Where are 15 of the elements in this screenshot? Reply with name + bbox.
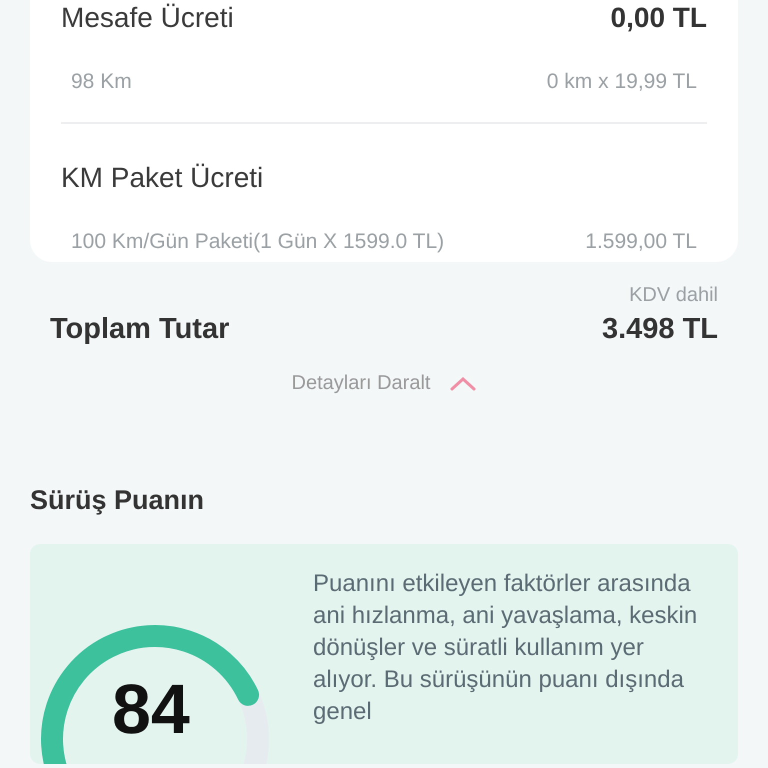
score-description: Puanını etkileyen faktörler arasında ani hızlanma, ani yavaşlama, keskin dönüşler ve süratli kullanım yer alıyor. Bu sürüşünün puanı dışında genel [313, 569, 698, 727]
total-amount: 3.498 TL [602, 313, 718, 346]
fee-detail: 100 Km/Gün Paketi(1 Gün X 1599.0 TL) [71, 230, 444, 254]
chevron-up-icon[interactable] [450, 376, 476, 390]
total-label: Toplam Tutar [50, 313, 230, 346]
fee-detail-value: 1.599,00 TL [585, 230, 697, 254]
fee-detail-value: 0 km x 19,99 TL [546, 70, 697, 94]
fee-title: KM Paket Ücreti [61, 161, 264, 195]
vat-note: KDV dahil [629, 284, 718, 306]
section-title: Sürüş Puanın [30, 485, 204, 515]
score-value: 84 [112, 674, 190, 744]
fee-amount: 0,00 TL [610, 2, 707, 34]
fee-title: Mesafe Ücreti [61, 1, 234, 35]
fee-detail: 98 Km [71, 70, 132, 94]
collapse-details-link[interactable]: Detayları Daralt [292, 372, 430, 395]
